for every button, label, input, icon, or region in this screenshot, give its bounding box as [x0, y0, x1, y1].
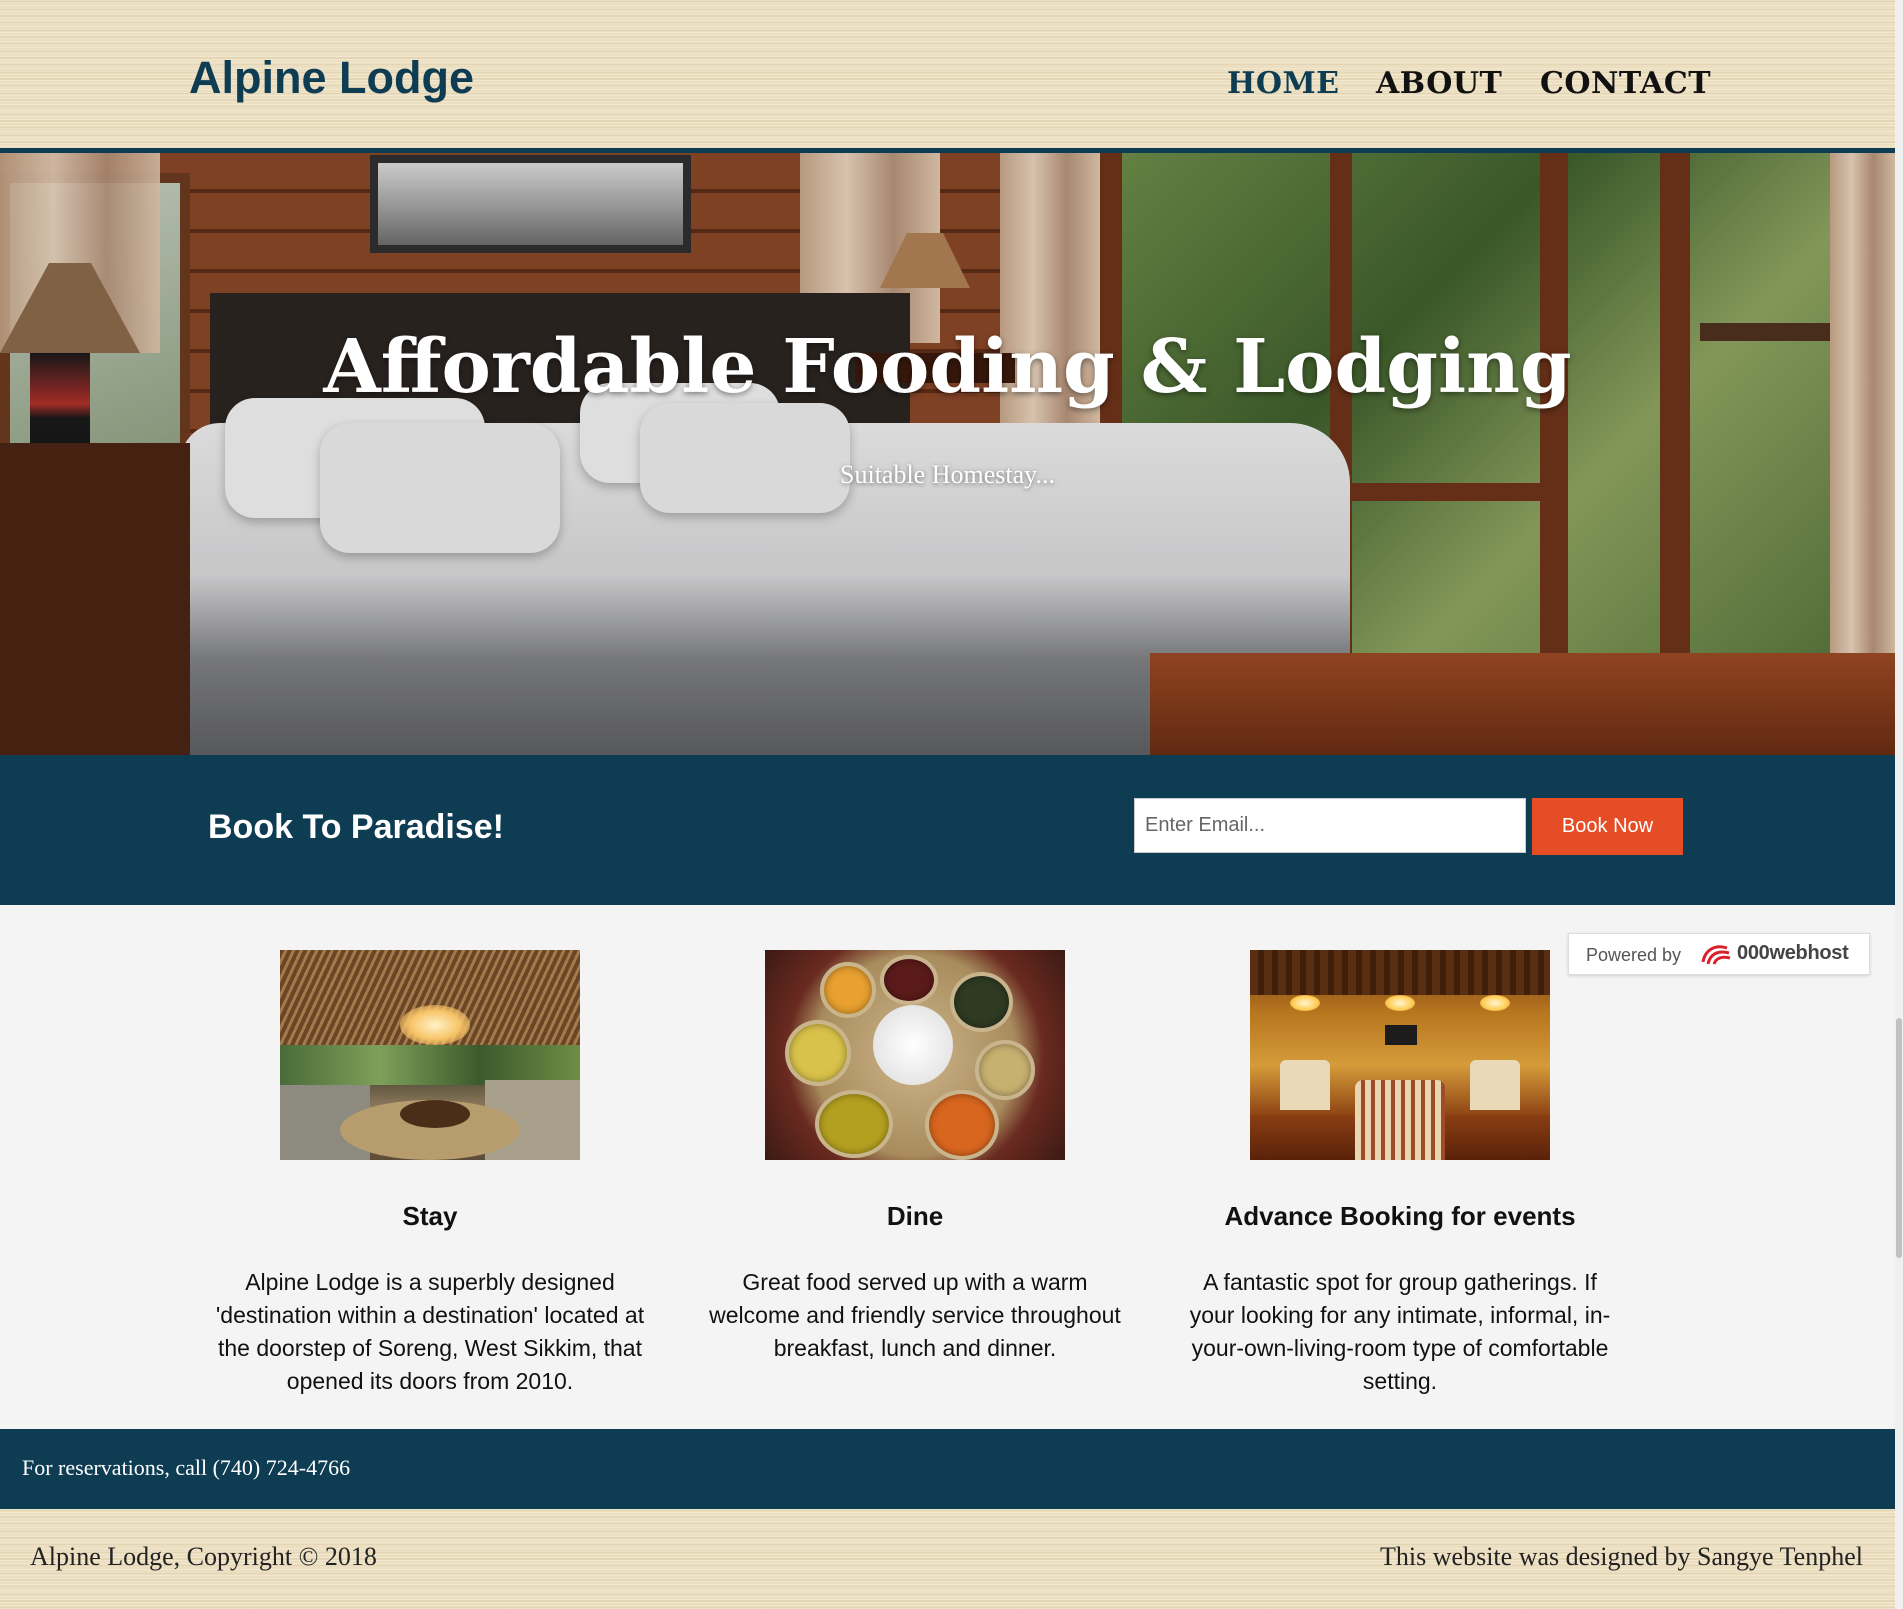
feature-description: Great food served up with a warm welcome… — [709, 1269, 1121, 1361]
main-nav: HOME ABOUT CONTACT — [0, 66, 1895, 110]
booking-title: Book To Paradise! — [208, 808, 504, 846]
events-image — [1250, 950, 1550, 1160]
copyright-text: Alpine Lodge, Copyright © 2018 — [30, 1542, 377, 1571]
scrollbar-thumb[interactable] — [1896, 1018, 1902, 1258]
site-footer: Alpine Lodge, Copyright © 2018 This webs… — [0, 1509, 1895, 1609]
powered-by-badge[interactable]: Powered by 000webhost — [1568, 933, 1870, 975]
dine-image — [765, 950, 1065, 1160]
feature-title: Dine — [886, 1201, 944, 1231]
webhost-logo-icon — [1699, 942, 1733, 966]
reservation-text: For reservations, call (740) 724-4766 — [22, 1455, 351, 1480]
stay-image — [280, 950, 580, 1160]
powered-by-label: Powered by — [1586, 945, 1682, 965]
booking-bar: Book To Paradise! Book Now — [0, 755, 1895, 905]
powered-by-brand: 000webhost — [1737, 942, 1849, 964]
feature-box-stay: Stay Alpine Lodge is a superbly designed… — [210, 950, 650, 1398]
feature-box-dine: Dine Great food served up with a warm we… — [695, 950, 1135, 1365]
reservation-bar: For reservations, call (740) 724-4766 — [0, 1429, 1895, 1509]
feature-title: Advance Booking for events — [1224, 1201, 1576, 1231]
feature-description: A fantastic spot for group gatherings. I… — [1189, 1269, 1611, 1394]
hero-subtitle: Suitable Homestay... — [840, 460, 1055, 489]
book-now-button[interactable]: Book Now — [1532, 798, 1683, 855]
email-input[interactable] — [1134, 798, 1526, 853]
nav-link-home[interactable]: HOME — [1227, 66, 1340, 101]
feature-description: Alpine Lodge is a superbly designed 'des… — [215, 1269, 645, 1394]
features-section: Stay Alpine Lodge is a superbly designed… — [0, 905, 1895, 1429]
nav-link-contact[interactable]: CONTACT — [1540, 66, 1711, 101]
hero-showcase: Affordable Fooding & Lodging Suitable Ho… — [0, 153, 1895, 755]
hero-title: Affordable Fooding & Lodging — [323, 324, 1572, 410]
feature-title: Stay — [402, 1201, 458, 1231]
designer-credit: This website was designed by Sangye Tenp… — [1380, 1542, 1863, 1571]
site-header: Alpine Lodge HOME ABOUT CONTACT — [0, 0, 1895, 153]
nav-link-about[interactable]: ABOUT — [1376, 66, 1502, 101]
feature-box-events: Advance Booking for events A fantastic s… — [1180, 950, 1620, 1398]
page-scrollbar[interactable] — [1895, 0, 1903, 1609]
